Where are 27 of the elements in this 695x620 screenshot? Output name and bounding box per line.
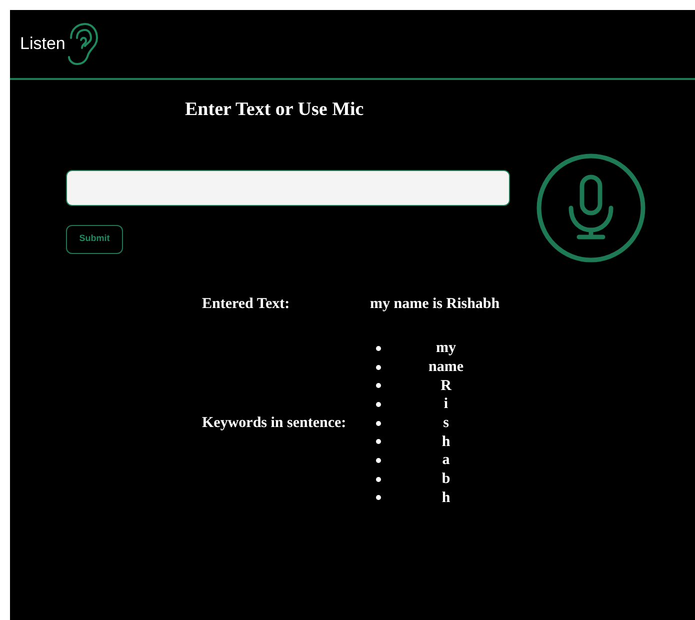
keyword-item: h bbox=[442, 432, 450, 451]
entered-text-value: my name is Rishabh bbox=[370, 294, 500, 314]
entered-text-label: Entered Text: bbox=[202, 294, 291, 314]
ear-icon bbox=[65, 22, 100, 66]
brand-name: Listen bbox=[20, 33, 66, 56]
keyword-item: name bbox=[428, 358, 464, 376]
keyword-item: my bbox=[436, 339, 456, 358]
keyword-item: a bbox=[442, 451, 450, 470]
text-input[interactable] bbox=[66, 170, 510, 206]
microphone-icon[interactable] bbox=[536, 152, 646, 262]
keyword-item: s bbox=[443, 414, 449, 432]
bullet-icon bbox=[376, 402, 381, 407]
bullet-icon bbox=[376, 420, 381, 426]
bullet-icon bbox=[376, 458, 381, 463]
bullet-icon bbox=[376, 495, 381, 500]
keyword-item: b bbox=[442, 470, 450, 488]
bullet-icon bbox=[376, 439, 381, 444]
bullet-icon bbox=[376, 346, 381, 351]
submit-button[interactable]: Submit bbox=[66, 224, 123, 254]
bullet-icon bbox=[376, 364, 381, 370]
keyword-item: R bbox=[440, 376, 452, 395]
keywords-label: Keywords in sentence: bbox=[202, 414, 348, 433]
bullet-icon bbox=[376, 383, 381, 388]
keyword-item: h bbox=[442, 488, 450, 507]
bullet-icon bbox=[376, 476, 381, 482]
page-title: Enter Text or Use Mic bbox=[185, 98, 364, 122]
keyword-item: i bbox=[444, 395, 448, 414]
